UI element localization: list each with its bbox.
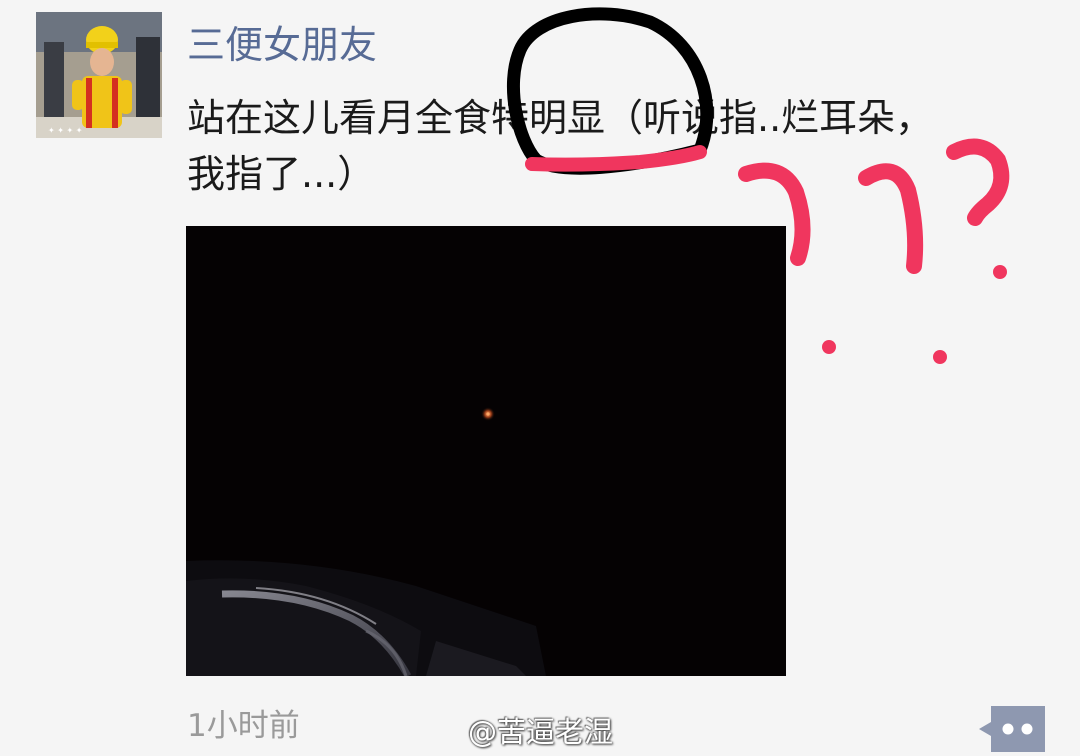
author-name[interactable]: 三便女朋友 (187, 20, 377, 70)
comment-more-icon[interactable] (979, 706, 1045, 752)
post-text: 站在这儿看月全食特明显（听说指..烂耳朵，我指了...） (187, 96, 934, 196)
post-photo[interactable] (186, 226, 786, 676)
moments-post: ✦ ✦ ✦ ✦ 三便女朋友 站在这儿看月全食特明显（听说指..烂耳朵，我指了..… (0, 0, 1080, 756)
avatar[interactable]: ✦ ✦ ✦ ✦ (36, 12, 162, 138)
avatar-image: ✦ ✦ ✦ ✦ (36, 12, 162, 138)
watermark: @苦逼老湿 (468, 715, 614, 749)
night-sky-photo (186, 226, 786, 676)
post-time: 1小时前 (187, 708, 300, 744)
svg-text:✦ ✦ ✦ ✦: ✦ ✦ ✦ ✦ (48, 126, 83, 135)
